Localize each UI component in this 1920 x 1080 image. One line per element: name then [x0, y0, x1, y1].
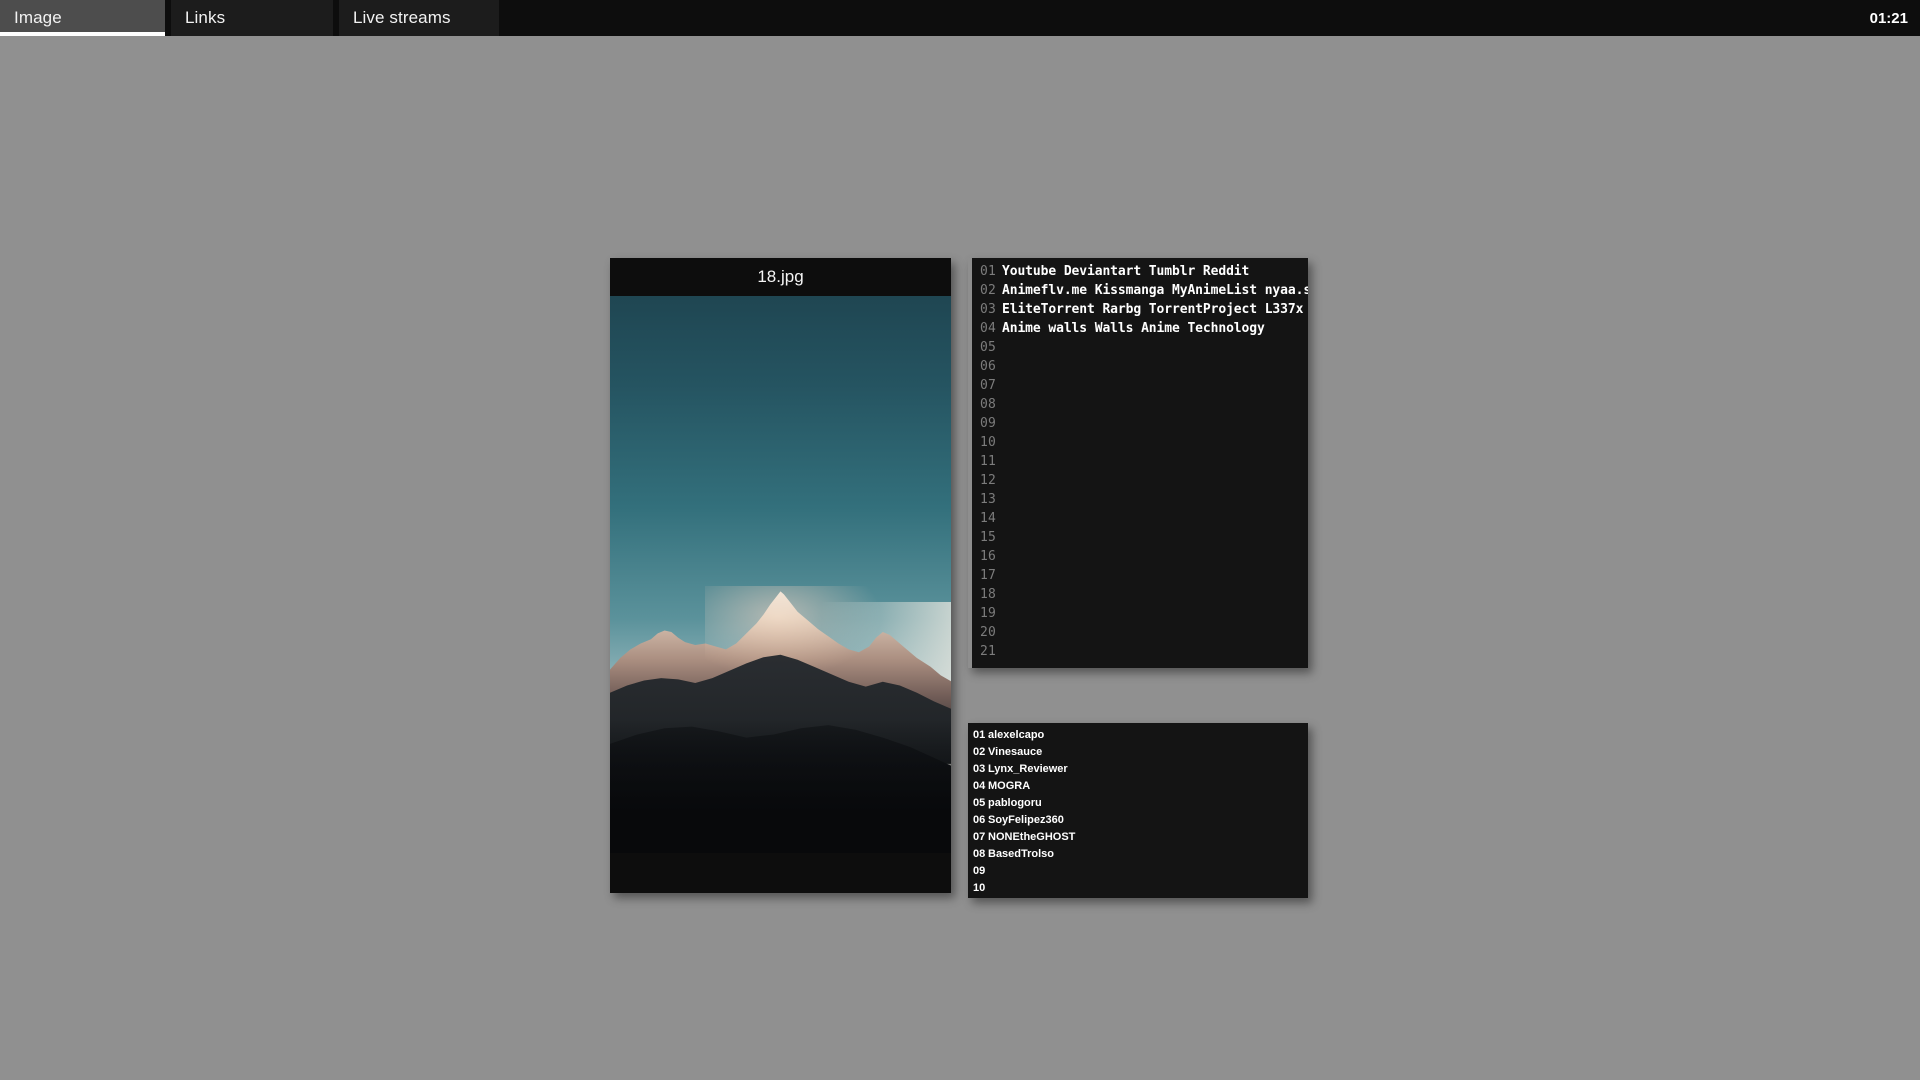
clock: 01:21 — [1870, 0, 1920, 36]
live-stream-row-number: 02 — [973, 746, 988, 758]
links-row-number: 16 — [980, 549, 1002, 564]
links-row-number: 07 — [980, 378, 1002, 393]
live-stream-row-number: 03 — [973, 763, 988, 775]
links-row[interactable]: 14 — [972, 511, 1308, 530]
links-list: 01Youtube Deviantart Tumblr Reddit02Anim… — [972, 264, 1308, 663]
tab-image[interactable]: Image — [0, 0, 165, 36]
links-row[interactable]: 16 — [972, 549, 1308, 568]
live-stream-channel-name: BasedTrolso — [988, 848, 1054, 860]
links-row[interactable]: 21 — [972, 644, 1308, 663]
live-stream-row[interactable]: 02Vinesauce — [968, 746, 1308, 763]
links-row-number: 14 — [980, 511, 1002, 526]
links-row-number: 19 — [980, 606, 1002, 621]
live-streams-panel[interactable]: 01alexelcapo02Vinesauce03Lynx_Reviewer04… — [968, 723, 1308, 898]
links-row[interactable]: 04Anime walls Walls Anime Technology — [972, 321, 1308, 340]
links-row-number: 21 — [980, 644, 1002, 659]
live-stream-row[interactable]: 05pablogoru — [968, 797, 1308, 814]
links-row-number: 12 — [980, 473, 1002, 488]
tab-links-label: Links — [185, 8, 225, 28]
links-row[interactable]: 01Youtube Deviantart Tumblr Reddit — [972, 264, 1308, 283]
links-row-number: 04 — [980, 321, 1002, 336]
links-row[interactable]: 06 — [972, 359, 1308, 378]
links-row[interactable]: 13 — [972, 492, 1308, 511]
links-row-text: Youtube Deviantart Tumblr Reddit — [1002, 264, 1249, 279]
links-row-number: 17 — [980, 568, 1002, 583]
links-row-number: 15 — [980, 530, 1002, 545]
live-stream-row[interactable]: 06SoyFelipez360 — [968, 814, 1308, 831]
links-row-number: 09 — [980, 416, 1002, 431]
links-row-number: 01 — [980, 264, 1002, 279]
live-stream-channel-name: pablogoru — [988, 797, 1042, 809]
live-stream-channel-name: Vinesauce — [988, 746, 1042, 758]
live-stream-row-number: 08 — [973, 848, 988, 860]
live-stream-row-number: 07 — [973, 831, 988, 843]
live-stream-channel-name: SoyFelipez360 — [988, 814, 1064, 826]
links-row-number: 08 — [980, 397, 1002, 412]
links-row[interactable]: 10 — [972, 435, 1308, 454]
links-row-number: 11 — [980, 454, 1002, 469]
photo-vignette-layer — [610, 719, 951, 853]
links-panel[interactable]: 01Youtube Deviantart Tumblr Reddit02Anim… — [968, 258, 1308, 668]
live-stream-channel-name: MOGRA — [988, 780, 1030, 792]
links-row[interactable]: 17 — [972, 568, 1308, 587]
mountain-photo — [610, 296, 951, 853]
live-stream-row[interactable]: 03Lynx_Reviewer — [968, 763, 1308, 780]
links-row-number: 06 — [980, 359, 1002, 374]
live-stream-row[interactable]: 07NONEtheGHOST — [968, 831, 1308, 848]
live-stream-row[interactable]: 01alexelcapo — [968, 729, 1308, 746]
live-stream-channel-name: Lynx_Reviewer — [988, 763, 1068, 775]
live-stream-row[interactable]: 10 — [968, 882, 1308, 898]
links-row[interactable]: 18 — [972, 587, 1308, 606]
links-row[interactable]: 09 — [972, 416, 1308, 435]
links-row[interactable]: 05 — [972, 340, 1308, 359]
links-row-number: 10 — [980, 435, 1002, 450]
live-stream-row-number: 09 — [973, 865, 988, 877]
image-filename: 18.jpg — [757, 267, 803, 287]
live-stream-channel-name: NONEtheGHOST — [988, 831, 1075, 843]
image-window-titlebar: 18.jpg — [610, 258, 951, 296]
links-row[interactable]: 07 — [972, 378, 1308, 397]
clock-time: 01:21 — [1870, 10, 1908, 27]
links-row-number: 20 — [980, 625, 1002, 640]
live-stream-row-number: 06 — [973, 814, 988, 826]
live-stream-row-number: 10 — [973, 882, 988, 894]
top-tab-bar: Image Links Live streams 01:21 — [0, 0, 1920, 36]
tab-links[interactable]: Links — [171, 0, 333, 36]
links-row-text: Animeflv.me Kissmanga MyAnimeList nyaa.s… — [1002, 283, 1308, 298]
links-row[interactable]: 11 — [972, 454, 1308, 473]
live-streams-list: 01alexelcapo02Vinesauce03Lynx_Reviewer04… — [968, 729, 1308, 898]
links-row[interactable]: 20 — [972, 625, 1308, 644]
links-row-number: 05 — [980, 340, 1002, 355]
links-row-number: 18 — [980, 587, 1002, 602]
live-stream-row[interactable]: 04MOGRA — [968, 780, 1308, 797]
links-row[interactable]: 03EliteTorrent Rarbg TorrentProject L337… — [972, 302, 1308, 321]
links-row-number: 03 — [980, 302, 1002, 317]
links-row[interactable]: 02Animeflv.me Kissmanga MyAnimeList nyaa… — [972, 283, 1308, 302]
image-viewer-window[interactable]: 18.jpg — [610, 258, 951, 893]
tab-live-streams-label: Live streams — [353, 8, 451, 28]
topbar-spacer — [499, 0, 1870, 36]
links-row-text: Anime walls Walls Anime Technology — [1002, 321, 1265, 336]
links-row[interactable]: 15 — [972, 530, 1308, 549]
links-row-number: 13 — [980, 492, 1002, 507]
links-row[interactable]: 12 — [972, 473, 1308, 492]
desktop-background: 18.jpg 01Youtube Deviantart Tumblr Reddi… — [0, 36, 1920, 1080]
links-row[interactable]: 08 — [972, 397, 1308, 416]
live-stream-row-number: 05 — [973, 797, 988, 809]
live-stream-row[interactable]: 09 — [968, 865, 1308, 882]
links-row-number: 02 — [980, 283, 1002, 298]
links-row-text: EliteTorrent Rarbg TorrentProject L337x — [1002, 302, 1303, 317]
live-stream-channel-name: alexelcapo — [988, 729, 1044, 741]
live-stream-row-number: 01 — [973, 729, 988, 741]
links-row[interactable]: 19 — [972, 606, 1308, 625]
live-stream-row-number: 04 — [973, 780, 988, 792]
tab-live-streams[interactable]: Live streams — [339, 0, 499, 36]
tab-image-label: Image — [14, 8, 62, 28]
live-stream-row[interactable]: 08BasedTrolso — [968, 848, 1308, 865]
